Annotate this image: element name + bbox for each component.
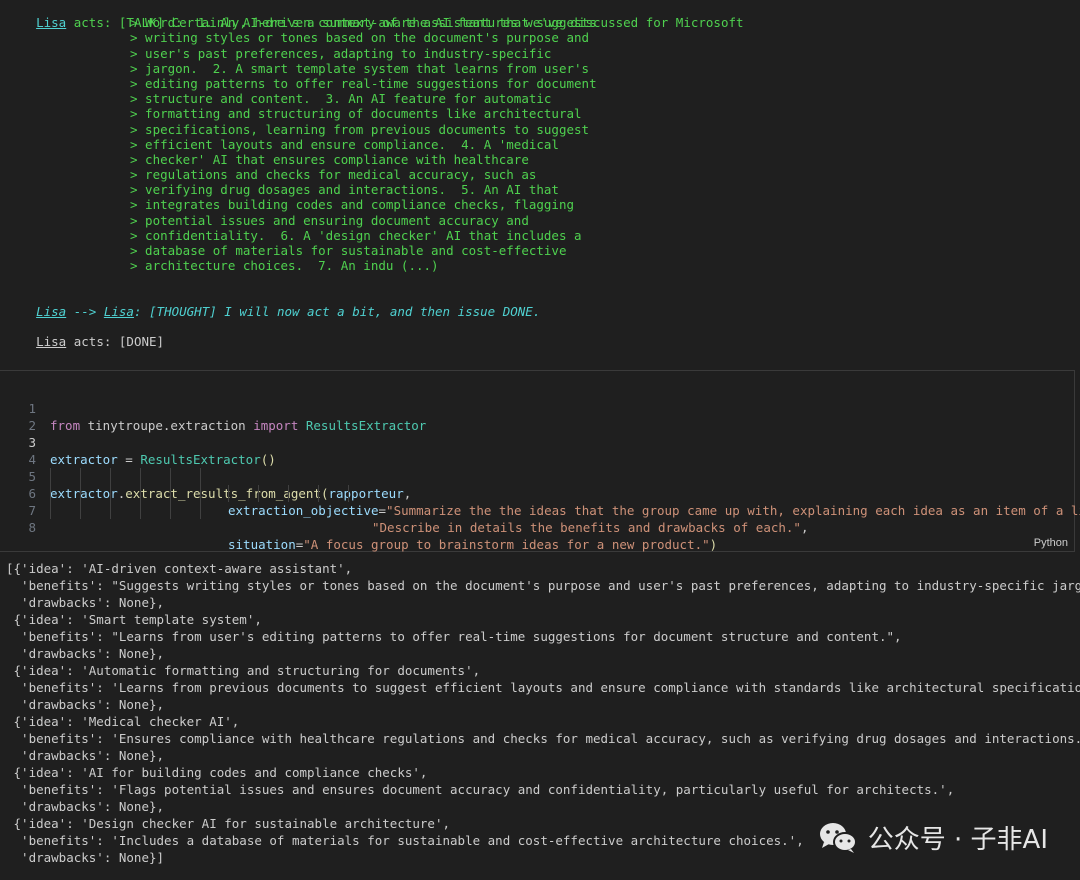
output-line: 'benefits': 'Ensures compliance with hea… xyxy=(6,731,1080,746)
talk-first-line: Lisa acts: [TALK] Certainly, here's a su… xyxy=(6,0,1076,30)
output-line: 'drawbacks': None}, xyxy=(6,748,165,763)
indent-guide xyxy=(258,485,259,502)
code-line-8[interactable]: 8 situation="A focus group to brainstorm… xyxy=(0,502,1074,552)
code-line-1[interactable]: 1 from tinytroupe.extraction import Resu… xyxy=(0,383,1074,433)
indent-guide xyxy=(140,468,141,519)
string-literal: "A focus group to brainstorm ideas for a… xyxy=(303,537,710,552)
indent-guide xyxy=(80,468,81,519)
code-line-4[interactable]: 4 xyxy=(0,434,1074,467)
output-line: 'drawbacks': None}, xyxy=(6,799,165,814)
talk-line: > potential issues and ensuring document… xyxy=(130,212,529,228)
watermark-text: 公众号 · 子非AI xyxy=(867,825,1048,855)
string-literal: "Describe in details the benefits and dr… xyxy=(372,520,801,535)
talk-line: > database of materials for sustainable … xyxy=(130,243,567,258)
speaker-name: Lisa xyxy=(36,15,67,31)
talk-line: > user's past preferences, adapting to i… xyxy=(130,45,552,61)
done-speaker: Lisa xyxy=(36,334,67,350)
talk-line: > verifying drug dosages and interaction… xyxy=(130,182,559,198)
cell-language-label[interactable]: Python xyxy=(1034,537,1068,549)
talk-line: > jargon. 2. A smart template system tha… xyxy=(130,60,590,76)
talk-line: > specifications, learning from previous… xyxy=(130,121,590,137)
done-line: Lisa acts: [DONE] xyxy=(6,319,1076,349)
watermark: 公众号 · 子非AI xyxy=(818,819,1048,856)
output-line: {'idea': 'AI for building codes and comp… xyxy=(6,765,428,780)
wechat-icon xyxy=(818,821,858,855)
output-line: 'benefits': "Learns from user's editing … xyxy=(6,629,902,644)
code-line-3[interactable]: 3 extractor = ResultsExtractor() xyxy=(0,417,1074,467)
line-number: 8 xyxy=(28,520,36,535)
code-line-5[interactable]: 5 extractor.extract_results_from_agent(r… xyxy=(0,451,1074,501)
output-line: [{'idea': 'AI-driven context-aware assis… xyxy=(6,561,353,576)
talk-line: > writing styles or tones based on the d… xyxy=(130,30,590,46)
param-name: situation xyxy=(228,537,296,552)
output-line: 'benefits': 'Flags potential issues and … xyxy=(6,782,955,797)
indent-guide xyxy=(228,485,229,502)
output-line: 'drawbacks': None}, xyxy=(6,595,165,610)
talk-line: > architecture choices. 7. An indu (...) xyxy=(130,258,439,274)
indent-guide xyxy=(288,485,289,502)
talk-line: > Word: 1. An AI-driven context-aware as… xyxy=(130,15,597,31)
talk-line: > checker' AI that ensures compliance wi… xyxy=(130,151,529,167)
talk-line: > confidentiality. 6. A 'design checker'… xyxy=(130,227,582,243)
talk-line: > editing patterns to offer real-time su… xyxy=(130,75,597,91)
output-line: 'drawbacks': None}, xyxy=(6,646,165,661)
thought-arrow: --> xyxy=(66,303,104,319)
output-line: {'idea': 'Automatic formatting and struc… xyxy=(6,663,481,678)
indent-guide xyxy=(200,468,201,519)
code-line-2[interactable]: 2 xyxy=(0,400,1074,433)
output-line: {'idea': 'Medical checker AI', xyxy=(6,714,240,729)
thought-from: Lisa xyxy=(36,303,67,319)
thought-to: Lisa xyxy=(103,303,134,319)
code-cell[interactable]: 1 from tinytroupe.extraction import Resu… xyxy=(0,370,1080,552)
indent-guide xyxy=(50,468,51,519)
output-line: {'idea': 'Smart template system', xyxy=(6,612,262,627)
indent-guide xyxy=(170,468,171,519)
agent-talk-output: Lisa acts: [TALK] Certainly, here's a su… xyxy=(6,0,1076,349)
comma: , xyxy=(800,520,809,535)
code-line-6[interactable]: 6 extraction_objective="Summarize the th… xyxy=(0,468,1080,518)
output-line: 'benefits': "Suggests writing styles or … xyxy=(6,578,1080,593)
indent-guide xyxy=(110,468,111,519)
talk-line: > structure and content. 3. An AI featur… xyxy=(130,91,552,107)
talk-line: > integrates building codes and complian… xyxy=(130,197,575,213)
paren: ) xyxy=(709,537,718,552)
indent-guide xyxy=(348,485,349,502)
indent-guide xyxy=(318,485,319,502)
talk-line: > formatting and structuring of document… xyxy=(130,106,582,122)
output-line: 'benefits': 'Learns from previous docume… xyxy=(6,680,1080,695)
thought-text: : [THOUGHT] I will now act a bit, and th… xyxy=(133,303,541,319)
output-line: 'drawbacks': None}, xyxy=(6,697,165,712)
talk-line: > efficient layouts and ensure complianc… xyxy=(130,136,559,152)
done-text: acts: [DONE] xyxy=(66,334,165,350)
code-line-7[interactable]: 7 "Describe in details the benefits and … xyxy=(0,485,1074,535)
talk-line: > regulations and checks for medical acc… xyxy=(130,167,537,183)
thought-line: Lisa --> Lisa: [THOUGHT] I will now act … xyxy=(6,289,1076,319)
